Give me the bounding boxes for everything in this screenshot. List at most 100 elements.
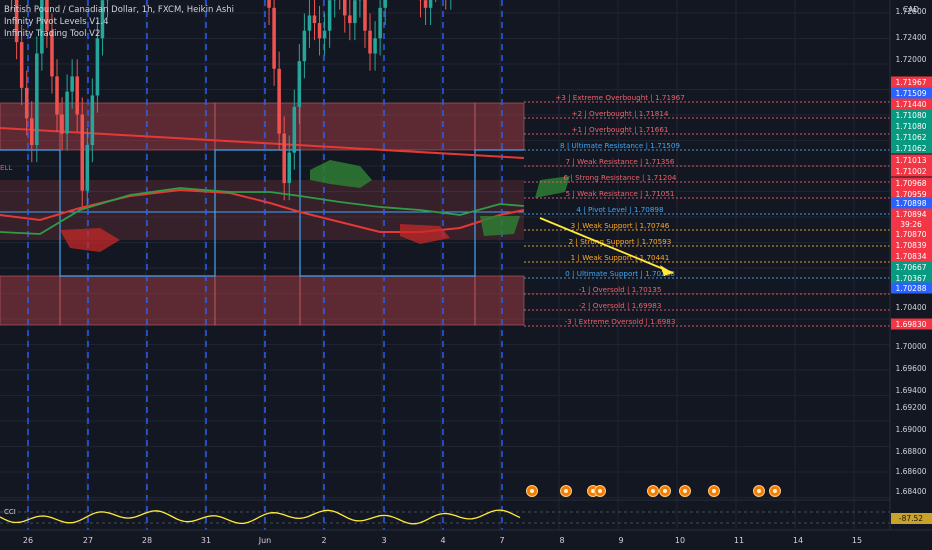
economic-event-dot [757, 489, 761, 493]
candle-body [373, 38, 377, 54]
time-axis-tick: 14 [793, 536, 803, 545]
price-axis-tick: 1.69600 [895, 364, 926, 373]
price-axis-tick: 1.68400 [895, 487, 926, 496]
time-axis-ticks: 26 27 28 31 Jun 2 3 4 7 8 9 10 11 14 15 [23, 536, 862, 545]
price-tag-label: 1.70870 [895, 230, 926, 239]
pivot-level-label: 7 | Weak Resistance | 1.71356 [566, 157, 675, 166]
economic-event-dot [712, 489, 716, 493]
economic-event-dot [530, 489, 534, 493]
economic-event-dot [663, 489, 667, 493]
candle-body [35, 53, 39, 145]
price-axis-tick: 1.69000 [895, 425, 926, 434]
time-axis-tick: 26 [23, 536, 33, 545]
economic-event-dot [564, 489, 568, 493]
time-axis-tick: 10 [675, 536, 685, 545]
time-axis-tick: 2 [321, 536, 326, 545]
price-tag-label: 1.71062 [895, 144, 926, 153]
candle-body [353, 0, 357, 24]
time-axis-tick: 15 [852, 536, 862, 545]
pivot-level-label: -1 | Oversold | 1.70135 [579, 285, 662, 294]
candle-body [272, 7, 276, 69]
candle-body [19, 42, 24, 88]
pivot-level-label: +1 | Overbought | 1.71661 [571, 125, 668, 134]
indicator-label-trading-tool: Infinity Trading Tool V2 [4, 29, 101, 39]
candle-body [378, 7, 382, 39]
price-axis-tick: 1.68800 [895, 447, 926, 456]
price-tag-label: 1.70839 [895, 241, 926, 250]
candle-body [343, 0, 347, 16]
pivot-level-label: +3 | Extreme Overbought | 1.71967 [555, 93, 685, 102]
price-axis-tick: 1.69200 [895, 403, 926, 412]
pivot-level-label: -3 | Extreme Oversold | 1.6983 [565, 317, 676, 326]
price-tag-label: 1.70667 [895, 263, 926, 272]
candle-body [282, 133, 286, 184]
price-axis-tick: 1.70000 [895, 342, 926, 351]
price-tag-label: 1.71509 [895, 89, 926, 98]
time-axis-tick: 3 [381, 536, 386, 545]
pivot-level-label: 1 | Weak Support | 1.70441 [571, 253, 670, 262]
candle-body [327, 0, 332, 31]
price-tag-label: 1.69830 [895, 320, 926, 329]
support-zone [214, 275, 301, 326]
pivot-level-label: 2 | Strong Support | 1.70593 [569, 237, 672, 246]
price-axis-tick: 1.69400 [895, 386, 926, 395]
resistance-zone [474, 102, 525, 151]
price-tag-label: 1.71013 [895, 156, 926, 165]
candle-body [90, 95, 95, 145]
candle-body [368, 30, 372, 54]
candle-body [423, 0, 428, 8]
candle-body [297, 61, 302, 107]
pivot-level-label: -2 | Oversold | 1.69983 [579, 301, 662, 310]
time-axis-tick: 4 [440, 536, 445, 545]
pivot-level-label: 0 | Ultimate Support | 1.70288 [565, 269, 675, 278]
economic-event-dot [651, 489, 655, 493]
support-zone [59, 275, 216, 326]
candle-body [75, 76, 79, 115]
candle-body [292, 106, 297, 153]
price-tag-label: 1.70367 [895, 274, 926, 283]
pivot-level-label: 8 | Ultimate Resistance | 1.71509 [560, 141, 680, 150]
price-tag-label: 1.70898 [895, 199, 926, 208]
candle-body [30, 118, 34, 145]
time-axis-tick: 9 [618, 536, 623, 545]
candle-body [267, 0, 271, 8]
cci-label: CCI [4, 508, 16, 516]
price-tag-label: 1.71062 [895, 133, 926, 142]
pivot-level-label: 6 | Strong Resistance | 1.71204 [564, 173, 677, 182]
sell-label: ELL [0, 164, 12, 172]
candle-body [383, 0, 387, 8]
indicator-label-pivot: Infinity Pivot Levels V1.4 [4, 17, 109, 27]
resistance-zone [299, 102, 476, 151]
price-tag-label: 1.71002 [895, 167, 926, 176]
candle-body [80, 114, 85, 191]
time-axis-tick: 31 [201, 536, 211, 545]
price-tag-label: 1.70834 [895, 252, 926, 261]
candle-body [95, 38, 100, 96]
time-axis-tick: 27 [83, 536, 93, 545]
time-axis-tick: 11 [734, 536, 744, 545]
candle-body [312, 15, 317, 24]
candle-body [287, 152, 292, 184]
candle-body [348, 15, 352, 24]
time-axis-tick: 8 [559, 536, 564, 545]
pivot-level-label: 4 | Pivot Level | 1.70898 [576, 205, 664, 214]
support-zone [299, 275, 476, 326]
economic-event-dot [683, 489, 687, 493]
candle-body [65, 91, 69, 134]
time-axis-tick: 7 [499, 536, 504, 545]
candle-body [363, 0, 367, 31]
support-zone [474, 275, 525, 326]
pivot-level-label: 3 | Weak Support | 1.70746 [571, 221, 670, 230]
candle-body [277, 68, 281, 134]
candle-body [317, 23, 322, 39]
candle-body [428, 0, 433, 8]
economic-event-dot [598, 489, 602, 493]
candle-body [85, 144, 90, 191]
candle-body [55, 76, 59, 115]
cci-value-label: -87.52 [899, 514, 923, 523]
candle-body [322, 30, 327, 39]
pivot-level-label: 5 | Weak Resistance | 1.71051 [566, 189, 675, 198]
price-axis-tick: 1.72000 [895, 55, 926, 64]
pivot-level-label: +2 | Overbought | 1.71814 [571, 109, 668, 118]
price-tag-label: 1.70968 [895, 179, 926, 188]
